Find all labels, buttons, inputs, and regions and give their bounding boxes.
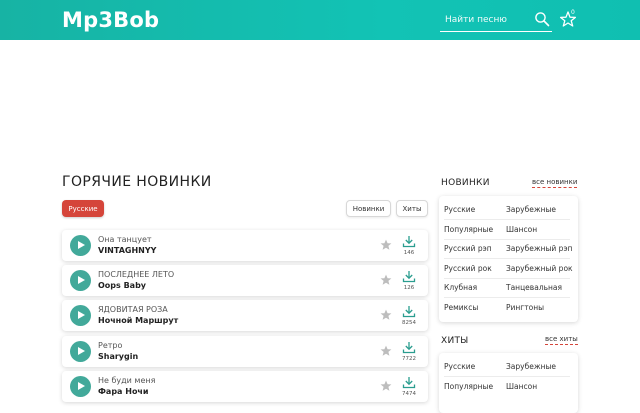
track-row[interactable]: Не буди меня Фара Ночи 7474 [62,371,428,402]
filter-russian-button[interactable]: Русские [62,200,104,217]
track-title: Она танцует [98,235,152,244]
genre-link[interactable]: Танцевальная [506,283,562,292]
track-artist[interactable]: VINTAGHNYY [98,246,156,255]
favorite-star-icon[interactable] [380,309,392,321]
site-logo[interactable]: Mp3Bob [62,8,159,32]
all-hits-link[interactable]: все хиты [545,335,578,345]
genre-divider [444,238,570,240]
track-artist[interactable]: Фара Ночи [98,387,149,396]
play-icon[interactable] [70,376,91,397]
genre-link[interactable]: Ремиксы [444,303,478,312]
search-box [440,9,552,32]
track-row[interactable]: ЯДОВИТАЯ РОЗА Ночной Маршрут 8254 [62,300,428,331]
favorites-star-icon[interactable] [559,9,581,31]
genre-link[interactable]: Зарубежный рок [506,264,573,273]
genre-link[interactable]: Русский рок [444,264,492,273]
sidebar-new-title: НОВИНКИ [441,178,490,188]
sidebar-hits-title: ХИТЫ [441,336,469,346]
track-title: Не буди меня [98,376,156,385]
genre-link[interactable]: Зарубежные [506,205,556,214]
genre-link[interactable]: Клубная [444,283,477,292]
play-icon[interactable] [70,235,91,256]
all-new-link[interactable]: все новинки [532,178,578,188]
track-title: Ретро [98,341,123,350]
download-count: 146 [403,250,415,256]
download-icon[interactable] [402,341,416,354]
genre-divider [444,219,570,220]
genre-link[interactable]: Русский рэп [444,244,492,253]
genre-divider [444,297,570,298]
favorite-star-icon[interactable] [380,239,392,251]
genre-link[interactable]: Шансон [506,225,537,234]
site-header: Mp3Bob 0 [0,0,640,40]
search-input[interactable] [445,12,531,28]
play-icon[interactable] [70,341,91,362]
search-icon[interactable] [534,11,550,27]
play-icon[interactable] [70,305,91,326]
track-artist[interactable]: Ночной Маршрут [98,316,178,325]
genre-link[interactable]: Зарубежные [506,362,556,371]
page-title: ГОРЯЧИЕ НОВИНКИ [62,174,212,190]
track-row[interactable]: Она танцует VINTAGHNYY 146 [62,230,428,261]
favorite-star-icon[interactable] [380,380,392,392]
sidebar-new-genres: Русские Зарубежные Популярные Шансон Русский… [439,196,578,322]
download-icon[interactable] [402,235,416,248]
genre-link[interactable]: Популярные [444,382,493,391]
download-icon[interactable] [402,305,416,318]
genre-link[interactable]: Зарубежный рэп [506,244,572,253]
play-icon[interactable] [70,270,91,291]
download-count: 7474 [402,391,416,397]
genre-link[interactable]: Рингтоны [506,303,544,312]
track-row[interactable]: ПОСЛЕДНЕЕ ЛЕТО Oops Baby 126 [62,265,428,296]
genre-link[interactable]: Русские [444,362,475,371]
track-row[interactable]: Ретро Sharygin 7722 [62,336,428,367]
track-title: ПОСЛЕДНЕЕ ЛЕТО [98,270,175,279]
track-title: ЯДОВИТАЯ РОЗА [98,305,168,314]
genre-link[interactable]: Русские [444,205,475,214]
genre-divider [444,258,570,259]
download-count: 8254 [402,320,416,326]
favorites-count: 0 [571,9,575,16]
favorite-star-icon[interactable] [380,345,392,357]
download-count: 7722 [402,356,416,362]
filter-new-button[interactable]: Новинки [346,200,391,217]
download-count: 126 [403,285,415,291]
track-artist[interactable]: Oops Baby [98,281,146,290]
track-artist[interactable]: Sharygin [98,352,138,361]
download-icon[interactable] [402,270,416,283]
filter-hits-button[interactable]: Хиты [396,200,428,217]
genre-divider [444,376,570,377]
genre-link[interactable]: Популярные [444,225,493,234]
genre-divider [444,277,570,279]
sidebar-hits-genres: Русские Зарубежные Популярные Шансон [439,353,578,413]
genre-link[interactable]: Шансон [506,382,537,391]
download-icon[interactable] [402,376,416,389]
favorite-star-icon[interactable] [380,274,392,286]
